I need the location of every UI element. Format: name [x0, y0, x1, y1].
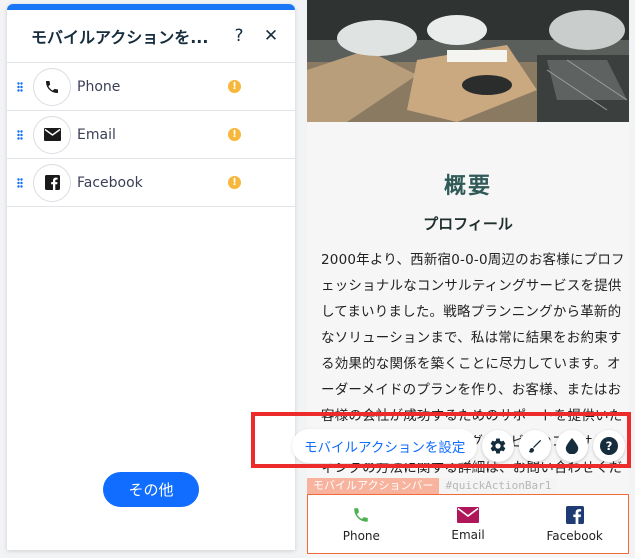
element-tag-id: #quickActionBar1 — [439, 478, 558, 494]
element-tag-name: モバイルアクションバー — [307, 478, 440, 494]
warning-icon[interactable]: ! — [228, 128, 241, 141]
drop-icon[interactable] — [556, 430, 589, 462]
bar-item-facebook[interactable]: Facebook — [521, 495, 628, 553]
drag-handle-icon[interactable] — [7, 129, 33, 140]
element-tag: モバイルアクションバー #quickActionBar1 — [307, 478, 558, 494]
facebook-icon — [33, 163, 71, 202]
drag-handle-icon[interactable] — [7, 81, 33, 92]
bar-label-email: Email — [451, 527, 485, 542]
panel-title: モバイルアクションを... — [31, 28, 209, 47]
envelope-icon — [33, 115, 71, 154]
phone-icon — [354, 507, 369, 522]
action-row-phone[interactable]: Phone ! — [7, 63, 295, 111]
phone-icon — [33, 67, 71, 106]
brush-icon[interactable] — [519, 430, 552, 462]
action-row-email[interactable]: Email ! — [7, 111, 295, 159]
help-icon[interactable]: ? — [593, 430, 626, 462]
warning-icon[interactable]: ! — [228, 176, 241, 189]
close-button[interactable]: ✕ — [259, 24, 283, 48]
action-row-facebook[interactable]: Facebook ! — [7, 159, 295, 207]
panel-header: モバイルアクションを... ? ✕ — [7, 10, 295, 63]
quick-action-bar[interactable]: Phone Email Facebook — [307, 494, 629, 554]
envelope-icon — [457, 506, 479, 523]
about-title: 概要 — [443, 174, 492, 199]
mobile-actions-panel: モバイルアクションを... ? ✕ Phone ! Email ! Facebo… — [7, 4, 295, 550]
facebook-icon — [565, 505, 584, 524]
action-label-phone: Phone — [77, 78, 121, 95]
mobile-preview: 概要 プロフィール 2000年より、西新宿0-0-0周辺のお客様にプロフェッショ… — [307, 0, 629, 558]
svg-text:?: ? — [606, 439, 613, 453]
bar-item-phone[interactable]: Phone — [308, 495, 415, 553]
floating-toolbar: モバイルアクションを設定 ? — [292, 427, 626, 465]
bar-label-phone: Phone — [342, 528, 380, 543]
set-mobile-actions-button[interactable]: モバイルアクションを設定 — [292, 429, 478, 463]
more-button[interactable]: その他 — [103, 472, 199, 507]
gear-icon[interactable] — [482, 430, 515, 462]
bar-item-email[interactable]: Email — [415, 495, 522, 553]
about-subtitle: プロフィール — [423, 215, 513, 233]
bar-label-facebook: Facebook — [546, 528, 603, 543]
help-button[interactable]: ? — [227, 24, 251, 48]
header-photo — [307, 0, 629, 122]
action-label-email: Email — [77, 126, 116, 143]
drag-handle-icon[interactable] — [7, 177, 33, 188]
about-body-text: 2000年より、西新宿0-0-0周辺のお客様にプロフェッショナルなコンサルティン… — [321, 252, 625, 502]
action-label-facebook: Facebook — [77, 174, 143, 191]
warning-icon[interactable]: ! — [228, 80, 241, 93]
